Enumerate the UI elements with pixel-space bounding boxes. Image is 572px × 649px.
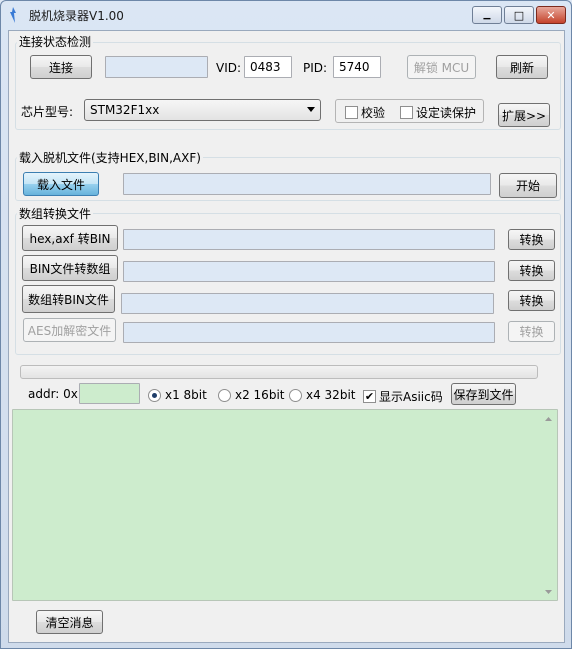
radio-selected-dot xyxy=(152,392,157,398)
chip-model-value: STM32F1xx xyxy=(90,103,160,117)
hex-to-bin-convert-button[interactable]: 转换 xyxy=(508,229,555,250)
radio-x4-label: x4 32bit xyxy=(306,388,356,402)
app-logo-icon xyxy=(10,7,16,23)
read-protect-checkbox[interactable]: 设定读保护 xyxy=(400,104,476,121)
unlock-mcu-button[interactable]: 解锁 MCU xyxy=(407,55,476,79)
maximize-button[interactable]: □ xyxy=(504,6,534,24)
expand-button[interactable]: 扩展>> xyxy=(498,103,550,127)
array-to-bin-convert-button[interactable]: 转换 xyxy=(508,290,555,311)
hex-to-bin-field[interactable] xyxy=(123,229,495,250)
convert-group-label: 数组转换文件 xyxy=(17,207,94,221)
radio-x4-circle[interactable] xyxy=(289,388,302,402)
chevron-down-icon xyxy=(307,107,315,112)
bin-to-array-convert-button[interactable]: 转换 xyxy=(508,260,555,281)
refresh-button[interactable]: 刷新 xyxy=(496,55,548,79)
connect-button[interactable]: 连接 xyxy=(30,55,92,79)
vid-field[interactable] xyxy=(244,56,292,78)
output-text xyxy=(13,410,557,418)
radio-x1-circle[interactable] xyxy=(148,388,161,402)
radio-x2-circle[interactable] xyxy=(218,388,231,402)
start-button[interactable]: 开始 xyxy=(499,173,557,198)
vid-label: VID: xyxy=(216,61,242,75)
output-text-area[interactable] xyxy=(12,409,558,601)
radio-x2-label: x2 16bit xyxy=(235,388,285,402)
pid-input[interactable] xyxy=(334,57,380,77)
verify-label: 校验 xyxy=(361,106,386,120)
hex-to-bin-input[interactable] xyxy=(124,230,494,249)
bin-to-array-field[interactable] xyxy=(123,261,495,282)
chip-model-select[interactable]: STM32F1xx xyxy=(84,99,321,121)
bin-to-array-button[interactable]: BIN文件转数组 xyxy=(22,255,118,281)
minimize-icon: ▁ xyxy=(483,9,491,20)
pid-label: PID: xyxy=(303,61,328,75)
maximize-icon: □ xyxy=(513,8,525,22)
show-ascii-label: 显示Asiic码 xyxy=(379,390,443,404)
close-icon: ✕ xyxy=(546,8,556,22)
app-window: 脱机烧录器V1.00 ▁ □ ✕ 连接状态检测 连接 VID: PID: 解锁 … xyxy=(0,0,572,649)
aes-file-field[interactable] xyxy=(123,322,495,343)
vid-input[interactable] xyxy=(245,57,291,77)
client-area: 连接状态检测 连接 VID: PID: 解锁 MCU 刷新 芯片型号: STM3… xyxy=(8,30,565,643)
array-to-bin-field[interactable] xyxy=(121,293,494,314)
radio-x1-8bit[interactable]: x1 8bit xyxy=(148,388,207,402)
connection-status-field[interactable] xyxy=(105,56,208,78)
show-ascii-checkbox-box[interactable]: ✔ xyxy=(363,390,376,403)
minimize-button[interactable]: ▁ xyxy=(472,6,502,24)
load-file-button[interactable]: 载入文件 xyxy=(23,172,99,196)
connection-status-input[interactable] xyxy=(106,57,207,77)
verify-checkbox[interactable]: 校验 xyxy=(345,104,385,121)
load-file-path-field[interactable] xyxy=(123,173,491,195)
close-button[interactable]: ✕ xyxy=(536,6,566,24)
scroll-down-button[interactable] xyxy=(541,584,556,599)
check-mark-icon: ✔ xyxy=(364,390,375,403)
connection-group-label: 连接状态检测 xyxy=(17,35,94,49)
array-to-bin-button[interactable]: 数组转BIN文件 xyxy=(22,285,115,313)
window-title: 脱机烧录器V1.00 xyxy=(29,9,124,23)
show-ascii-checkbox[interactable]: ✔ 显示Asiic码 xyxy=(363,388,443,405)
save-to-file-button[interactable]: 保存到文件 xyxy=(451,383,516,405)
bin-to-array-input[interactable] xyxy=(124,262,494,281)
read-protect-checkbox-box[interactable] xyxy=(400,106,413,119)
hex-to-bin-button[interactable]: hex,axf 转BIN xyxy=(22,225,118,251)
verify-checkbox-box[interactable] xyxy=(345,106,358,119)
clear-messages-button[interactable]: 清空消息 xyxy=(36,610,103,634)
radio-x2-16bit[interactable]: x2 16bit xyxy=(218,388,284,402)
progress-bar xyxy=(20,365,538,379)
radio-x4-32bit[interactable]: x4 32bit xyxy=(289,388,355,402)
aes-file-button[interactable]: AES加解密文件 xyxy=(23,318,116,342)
aes-file-input[interactable] xyxy=(124,323,494,342)
aes-convert-button[interactable]: 转换 xyxy=(508,321,555,342)
chip-model-label: 芯片型号: xyxy=(21,105,74,119)
radio-x1-label: x1 8bit xyxy=(165,388,207,402)
pid-field[interactable] xyxy=(333,56,381,78)
addr-label: addr: 0x xyxy=(28,387,78,401)
load-file-group-label: 载入脱机文件(支持HEX,BIN,AXF) xyxy=(17,151,203,165)
load-file-path-input[interactable] xyxy=(124,174,490,194)
array-to-bin-input[interactable] xyxy=(122,294,493,313)
scroll-down-icon xyxy=(545,589,552,594)
scroll-up-button[interactable] xyxy=(541,411,556,426)
addr-input[interactable] xyxy=(80,384,139,403)
addr-field[interactable] xyxy=(79,383,140,404)
scroll-up-icon xyxy=(545,416,552,421)
read-protect-label: 设定读保护 xyxy=(416,106,477,120)
